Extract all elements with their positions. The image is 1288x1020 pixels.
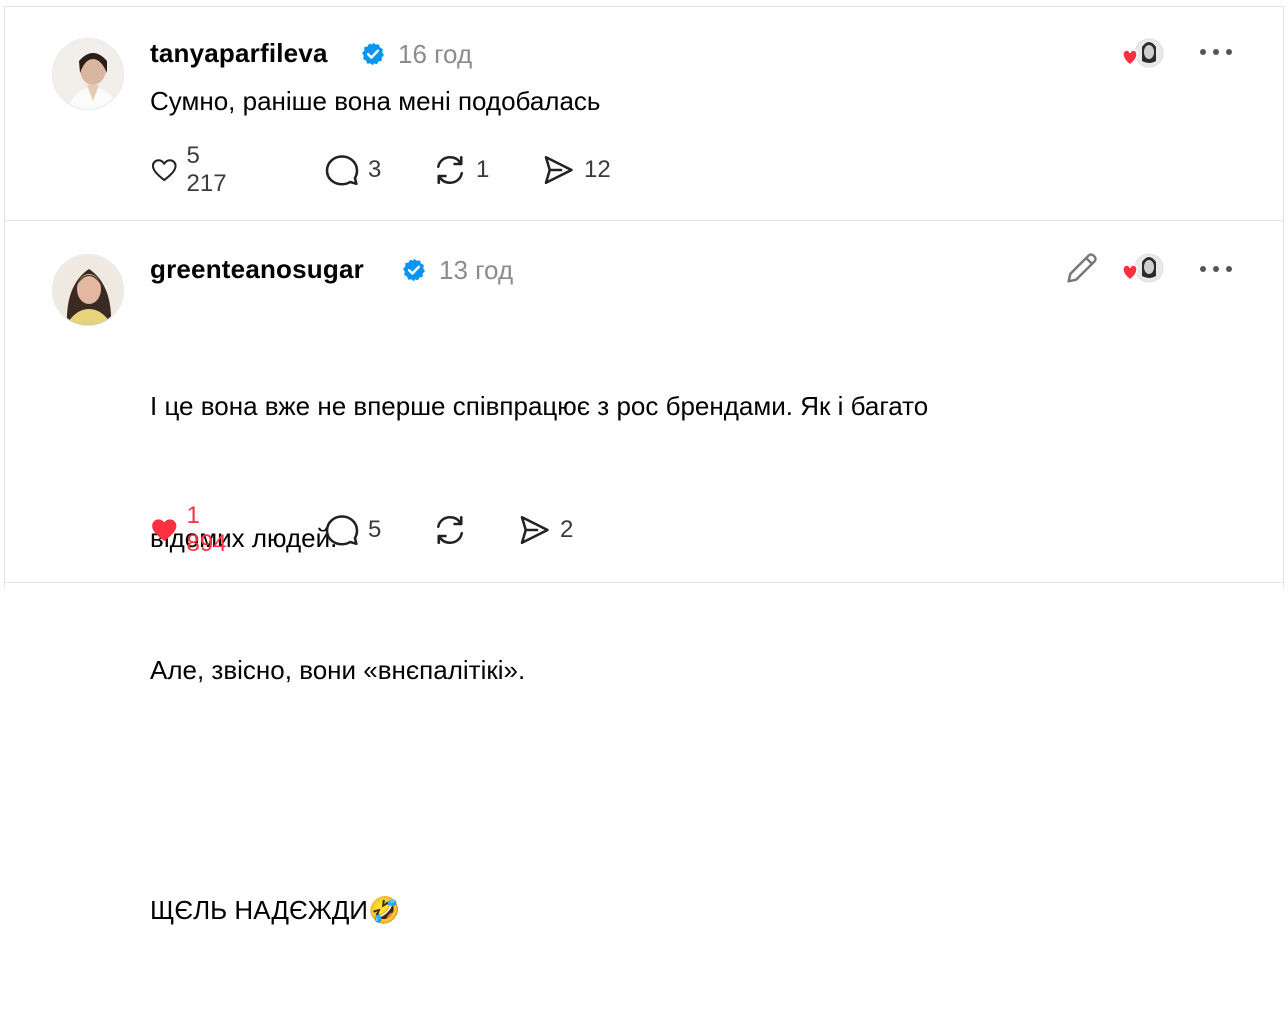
like-count: 5 217: [186, 142, 227, 197]
post-divider: [4, 220, 1284, 221]
repost-button[interactable]: 1: [432, 150, 489, 190]
post-time: 16 год: [398, 39, 473, 69]
share-button[interactable]: 12: [540, 150, 611, 190]
more-horizontal-icon: [1200, 49, 1232, 55]
post-text: І це вона вже не вперше співпрацює з рос…: [150, 296, 928, 1020]
share-button[interactable]: 2: [516, 510, 573, 550]
reply-count: 3: [368, 156, 382, 183]
heart-filled-icon: [152, 519, 177, 541]
post-text-line: І це вона вже не вперше співпрацює з рос…: [150, 391, 929, 421]
send-icon: [520, 515, 549, 545]
send-icon: [544, 155, 573, 185]
like-button[interactable]: 5 217: [150, 142, 234, 197]
reply-button[interactable]: 5: [324, 510, 381, 550]
repost-count: 1: [476, 156, 490, 183]
avatar[interactable]: [52, 38, 124, 110]
liked-by-author-indicator[interactable]: [1117, 35, 1167, 75]
comment-bubble-icon: [325, 155, 359, 186]
username[interactable]: greenteanosugar: [150, 254, 364, 284]
verified-badge-icon: [403, 258, 425, 282]
share-count: 2: [560, 516, 574, 543]
reply-button[interactable]: 3: [324, 150, 381, 190]
post-time: 13 год: [439, 255, 514, 285]
share-count: 12: [584, 156, 611, 183]
post-text-line: Але, звісно, вони «внєпалітікі».: [150, 655, 526, 685]
edit-button[interactable]: [1062, 248, 1102, 288]
like-count: 1 894: [186, 502, 227, 557]
avatar[interactable]: [52, 254, 124, 326]
post-text: Сумно, раніше вона мені подобалась: [150, 86, 601, 116]
repost-icon: [437, 515, 463, 545]
reply-count: 5: [368, 516, 382, 543]
comment-bubble-icon: [325, 515, 359, 546]
username[interactable]: tanyaparfileva: [150, 38, 328, 68]
heart-icon: [151, 159, 177, 182]
repost-button[interactable]: [432, 510, 476, 550]
more-options-button[interactable]: [1196, 32, 1236, 72]
pencil-icon: [1067, 253, 1097, 283]
more-horizontal-icon: [1200, 266, 1232, 272]
like-button[interactable]: 1 894: [150, 502, 234, 557]
repost-icon: [437, 155, 463, 185]
verified-badge-icon: [362, 42, 384, 66]
liked-by-author-indicator[interactable]: [1117, 250, 1167, 290]
more-options-button[interactable]: [1196, 249, 1236, 289]
post-text-line: ЩЄЛЬ НАДЄЖДИ🤣: [150, 895, 401, 925]
post-text-spacer: [150, 780, 928, 800]
